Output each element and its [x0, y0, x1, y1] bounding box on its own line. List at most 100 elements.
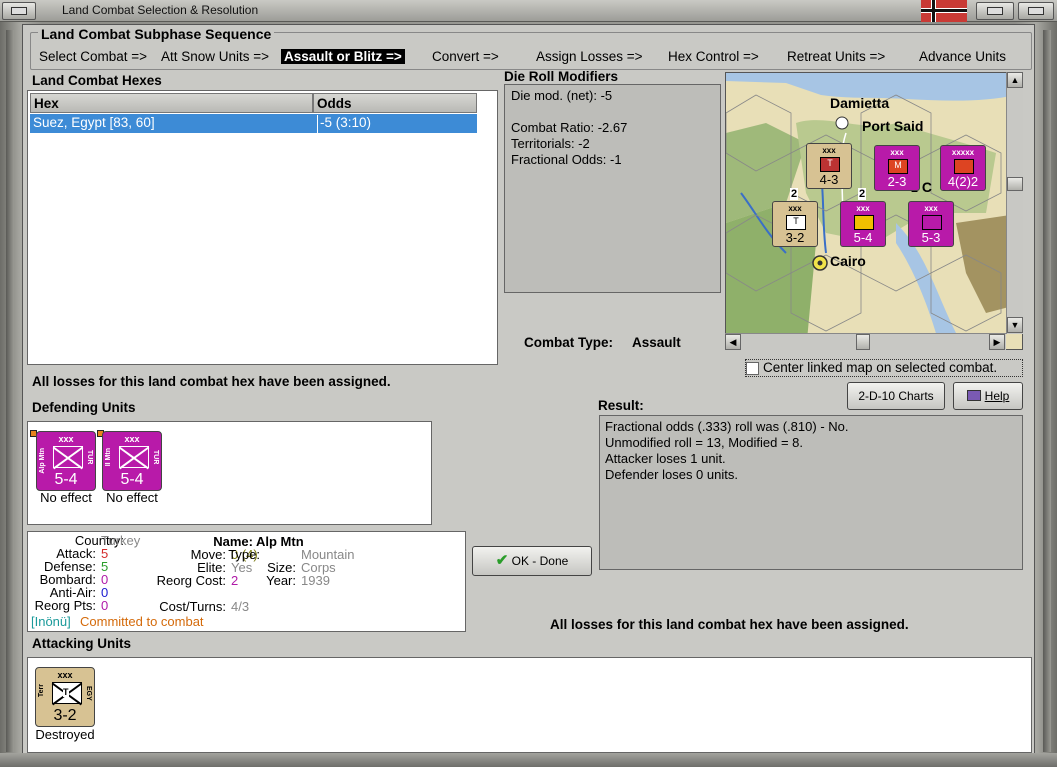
unit-name: Alp Mtn [39, 448, 46, 474]
unit-info-panel: Country: Turkey Attack: 5 Defense: 5 Bom… [27, 531, 466, 632]
column-header-hex[interactable]: Hex [30, 93, 313, 113]
step-convert[interactable]: Convert => [432, 49, 499, 64]
map-horizontal-scrollbar[interactable]: ◀ ▶ [725, 333, 1006, 350]
die-roll-box: Die mod. (net): -5 Combat Ratio: -2.67 T… [504, 84, 721, 293]
defending-title: Defending Units [32, 400, 136, 415]
odds-cell: -5 (3:10) [317, 115, 371, 133]
stack-count: 2 [858, 188, 867, 200]
unit-size: xxx [57, 670, 73, 680]
step-hex-control[interactable]: Hex Control => [668, 49, 759, 64]
die-roll-line: Territorials: -2 [511, 136, 590, 151]
defending-unit[interactable]: xxx II Mtn TUR 5-4 [102, 431, 162, 491]
table-row[interactable]: Suez, Egypt [83, 60] -5 (3:10) [30, 114, 477, 133]
unit-name: II Mtn [105, 448, 112, 467]
ok-done-label: OK - Done [511, 554, 569, 568]
scroll-left-arrow-icon[interactable]: ◀ [725, 334, 741, 350]
counter-value: 5-4 [853, 230, 873, 245]
counter-size: xxx [788, 204, 802, 213]
column-header-odds[interactable]: Odds [313, 93, 477, 113]
result-line: Attacker loses 1 unit. [605, 451, 726, 466]
step-assault-or-blitz[interactable]: Assault or Blitz => [281, 49, 405, 64]
counter-value: 2-3 [887, 174, 907, 189]
hex-cell: Suez, Egypt [83, 60] [33, 115, 155, 130]
counter-size: xxx [856, 204, 870, 213]
system-menu-button[interactable] [2, 2, 36, 20]
map-counter[interactable]: xxx T 3-2 [772, 201, 818, 247]
cost-turns-value: 4/3 [231, 599, 250, 614]
ok-done-button[interactable]: ✔ OK - Done [472, 546, 592, 576]
close-button[interactable] [1018, 2, 1054, 20]
unit-status: Committed to combat [80, 614, 204, 629]
counter-size: xxx [822, 146, 836, 155]
unit-size: xxx [124, 434, 140, 444]
left-border [6, 30, 14, 752]
cost-turns-label: Cost/Turns: [159, 599, 226, 614]
right-border [1043, 30, 1051, 752]
scroll-thumb[interactable] [1007, 177, 1023, 191]
attacking-units-box: xxx Terr T EGY 3-2 Destroyed [27, 657, 1032, 753]
counter-symbol [854, 215, 874, 230]
counter-value: 4(2)2 [947, 174, 979, 189]
counter-symbol: T [820, 157, 840, 172]
bottom-border [0, 753, 1057, 767]
reorg-pts-value: 0 [101, 598, 109, 613]
map-counter[interactable]: xxx T 4-3 [806, 143, 852, 189]
map-counter[interactable]: xxx 5-3 [908, 201, 954, 247]
result-title: Result: [598, 398, 644, 413]
combat-type-value: Assault [632, 335, 681, 350]
defending-unit[interactable]: xxx Alp Mtn TUR 5-4 [36, 431, 96, 491]
attacking-unit[interactable]: xxx Terr T EGY 3-2 [35, 667, 95, 727]
map-vertical-scrollbar[interactable]: ▲ ▼ [1006, 72, 1023, 334]
help-button[interactable]: Help [953, 382, 1023, 410]
checkbox-box[interactable] [746, 362, 759, 375]
step-att-snow-units[interactable]: Att Snow Units => [161, 49, 269, 64]
step-advance-units[interactable]: Advance Units [919, 49, 1006, 64]
counter-symbol: T [786, 215, 806, 230]
charts-button[interactable]: 2-D-10 Charts [847, 382, 945, 410]
scroll-down-arrow-icon[interactable]: ▼ [1007, 317, 1023, 333]
step-select-combat[interactable]: Select Combat => [39, 49, 147, 64]
unit-result: No effect [106, 490, 158, 505]
counter-value: 5-3 [921, 230, 941, 245]
counter-size: xxx [890, 148, 904, 157]
map-counter[interactable]: xxx M 2-3 [874, 145, 920, 191]
germany-flag-icon [921, 0, 967, 22]
unit-size: xxx [58, 434, 74, 444]
map-label-port-said: Port Said [862, 118, 924, 134]
year-label: Year: [266, 573, 296, 588]
scroll-right-arrow-icon[interactable]: ▶ [989, 334, 1005, 350]
checkbox-label: Center linked map on selected combat. [763, 360, 998, 375]
die-roll-title: Die Roll Modifiers [504, 69, 619, 84]
restore-icon [987, 7, 1003, 15]
scroll-up-arrow-icon[interactable]: ▲ [1007, 72, 1023, 88]
die-roll-line: Fractional Odds: -1 [511, 152, 622, 167]
counter-symbol: M [888, 159, 908, 174]
counter-size: xxxxx [951, 148, 975, 157]
reorg-cost-value: 2 [231, 573, 239, 588]
map-counter[interactable]: xxxxx 4(2)2 [940, 145, 986, 191]
map-label-cairo: Cairo [830, 253, 866, 269]
counter-value: 4-3 [819, 172, 839, 187]
help-label: Help [984, 389, 1010, 403]
restore-button[interactable] [976, 2, 1014, 20]
unit-nation: TUR [152, 450, 159, 465]
subphase-title: Land Combat Subphase Sequence [38, 26, 275, 42]
linked-map[interactable]: Damietta Port Said z C Cairo xxx T 4-3 x… [725, 72, 1023, 350]
result-line: Defender loses 0 units. [605, 467, 738, 482]
unit-value: 5-4 [54, 471, 78, 488]
counter-symbol [922, 215, 942, 230]
unit-nation: EGY [85, 686, 92, 701]
map-counter[interactable]: xxx 5-4 [840, 201, 886, 247]
unit-result: No effect [40, 490, 92, 505]
step-retreat-units[interactable]: Retreat Units => [787, 49, 885, 64]
mountain-corps-symbol-icon [119, 446, 149, 468]
hexes-list: Hex Odds Suez, Egypt [83, 60] -5 (3:10) [27, 90, 498, 365]
die-roll-line [511, 104, 714, 120]
window-title: Land Combat Selection & Resolution [62, 3, 259, 17]
unit-value: 3-2 [53, 707, 77, 724]
hexes-title: Land Combat Hexes [32, 73, 162, 88]
step-assign-losses[interactable]: Assign Losses => [536, 49, 643, 64]
scroll-thumb[interactable] [856, 334, 870, 350]
center-linked-map-checkbox[interactable]: Center linked map on selected combat. [745, 359, 1023, 377]
unit-name: Terr [38, 684, 45, 698]
